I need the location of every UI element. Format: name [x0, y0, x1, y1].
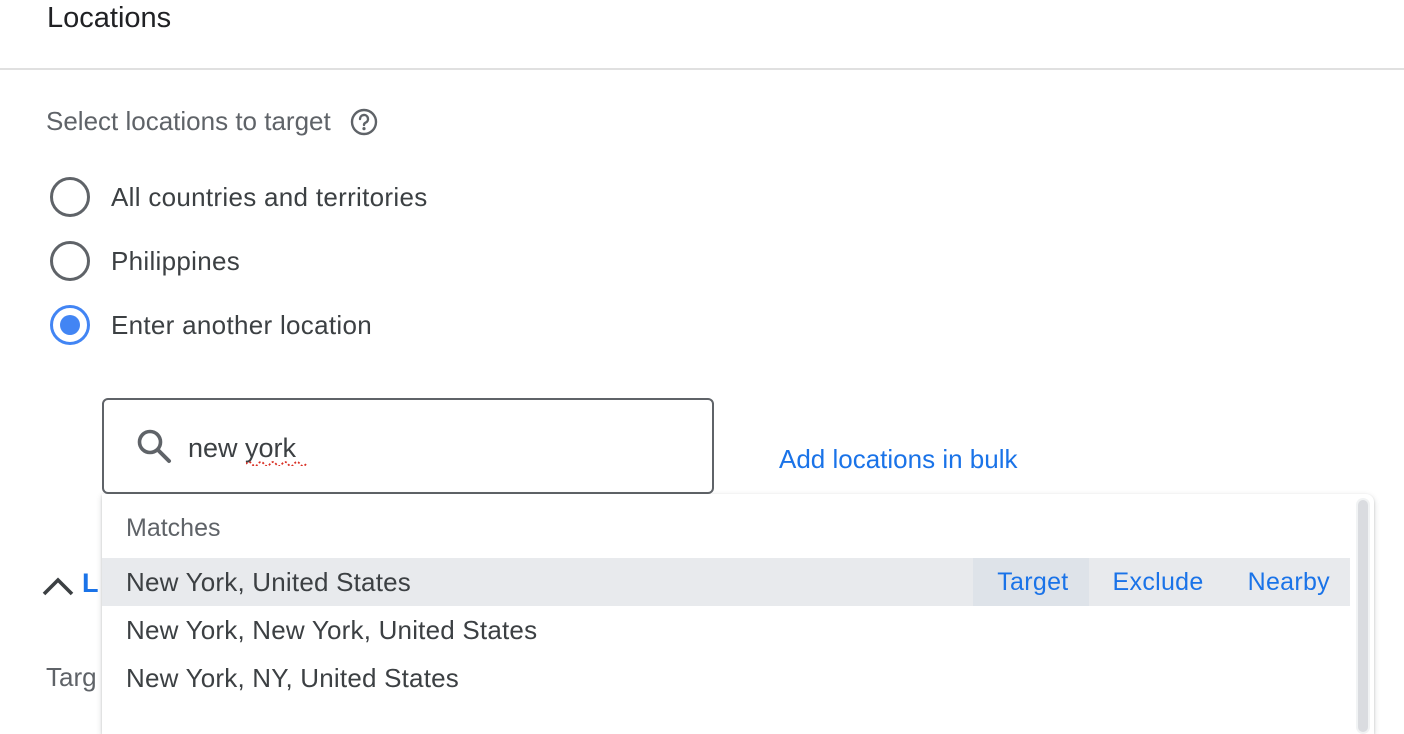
add-locations-in-bulk-link[interactable]: Add locations in bulk: [779, 444, 1017, 475]
partially-hidden-link[interactable]: L: [82, 568, 99, 599]
chevron-up-icon[interactable]: [40, 572, 76, 600]
suggestion-label: New York, NY, United States: [126, 662, 459, 693]
radio-option-label: Enter another location: [111, 309, 372, 340]
targeting-prompt-label: Select locations to target: [46, 106, 331, 136]
search-icon: [134, 426, 174, 466]
spellcheck-underline: [246, 461, 307, 466]
radio-option-philippines[interactable]: Philippines: [50, 241, 240, 281]
help-circle-icon[interactable]: [349, 107, 379, 137]
radio-button-selected[interactable]: [50, 305, 90, 345]
radio-option-label: All countries and territories: [111, 181, 428, 212]
nearby-button[interactable]: Nearby: [1224, 558, 1350, 606]
radio-option-all-countries[interactable]: All countries and territories: [50, 177, 428, 217]
scrollbar-thumb[interactable]: [1358, 500, 1368, 732]
dropdown-header: Matches: [126, 514, 221, 542]
radio-option-another-location[interactable]: Enter another location: [50, 305, 372, 345]
section-title: Locations: [47, 2, 172, 34]
suggestion-item[interactable]: New York, New York, United States: [102, 606, 1350, 654]
location-suggestions-dropdown: Matches New York, United States Target E…: [102, 494, 1374, 734]
divider: [0, 68, 1404, 70]
location-search-box[interactable]: [102, 398, 714, 494]
radio-option-label: Philippines: [111, 245, 241, 276]
suggestion-item[interactable]: New York, NY, United States: [102, 654, 1350, 702]
radio-button[interactable]: [50, 241, 90, 281]
suggestion-label: New York, United States: [126, 566, 411, 597]
targeting-prompt: Select locations to target: [46, 106, 379, 137]
suggestion-actions: Target Exclude Nearby: [973, 558, 1350, 606]
dropdown-scrollbar[interactable]: [1356, 498, 1370, 734]
exclude-button[interactable]: Exclude: [1089, 558, 1224, 606]
radio-button[interactable]: [50, 177, 90, 217]
suggestion-label: New York, New York, United States: [126, 614, 538, 645]
target-button[interactable]: Target: [973, 558, 1089, 606]
suggestion-item[interactable]: New York, United States Target Exclude N…: [102, 558, 1350, 606]
partially-hidden-label: Targ: [46, 662, 97, 692]
